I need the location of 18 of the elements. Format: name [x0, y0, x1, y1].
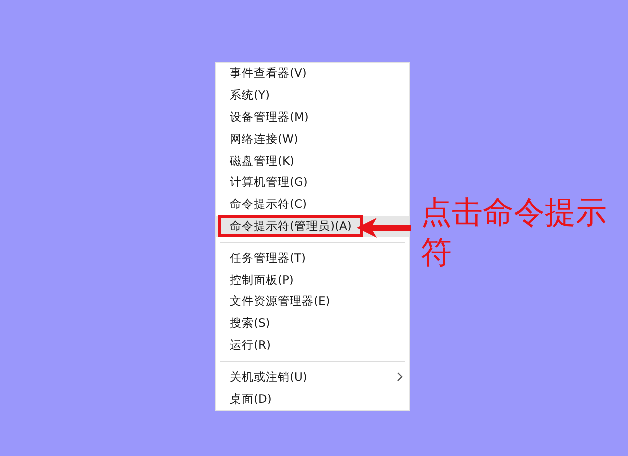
menu-item[interactable]: 搜索(S)	[216, 312, 409, 335]
menu-item[interactable]: 设备管理器(M)	[216, 106, 409, 128]
menu-item[interactable]: 系统(Y)	[216, 84, 409, 107]
menu-item[interactable]: 事件查看器(V)	[216, 63, 409, 85]
menu-item[interactable]: 文件资源管理器(E)	[216, 290, 409, 313]
menu-item[interactable]: 桌面(D)	[216, 388, 409, 410]
menu-item[interactable]: 任务管理器(T)	[216, 247, 409, 270]
menu-item[interactable]: 命令提示符(C)	[216, 194, 409, 216]
menu-item[interactable]: 磁盘管理(K)	[216, 150, 409, 172]
menu-item[interactable]: 命令提示符(管理员)(A)	[216, 216, 409, 238]
arrow-icon	[357, 217, 411, 239]
menu-item[interactable]: 网络连接(W)	[216, 128, 409, 150]
highlight-box: 命令提示符(管理员)(A)	[218, 215, 363, 238]
annotation-text: 点击命令提示符	[421, 194, 608, 273]
menu-item[interactable]: 运行(R)	[216, 334, 409, 356]
menu-item[interactable]: 控制面板(P)	[216, 269, 409, 291]
menu-item[interactable]: 计算机管理(G)	[216, 172, 409, 194]
menu-item[interactable]: 关机或注销(U)	[216, 366, 409, 388]
